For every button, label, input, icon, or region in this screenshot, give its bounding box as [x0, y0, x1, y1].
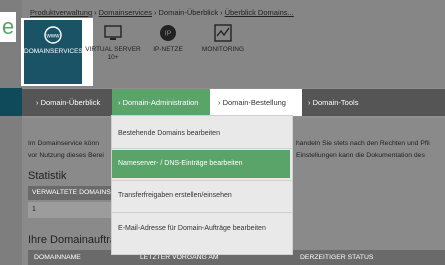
nav-domain-ueberblick[interactable]: › Domain-Überblick [36, 89, 100, 116]
menu-divider [112, 180, 292, 181]
svg-text:www: www [46, 34, 61, 40]
service-tile-label: DOMAINSERVICES [24, 48, 83, 55]
www-icon: www [44, 26, 62, 44]
nav-label: Domain-Tools [312, 98, 359, 107]
statistik-heading: Statistik [28, 170, 67, 182]
service-tile-label: VIRTUAL SERVER 10+ [85, 46, 141, 61]
menu-divider [112, 212, 292, 213]
orders-heading: Ihre Domainaufträ [28, 234, 117, 246]
left-nav-accent [0, 88, 22, 116]
service-tile-virtual-server[interactable]: VIRTUAL SERVER 10+ [84, 18, 142, 80]
breadcrumb-item[interactable]: Domain-Überblick [158, 8, 218, 17]
service-tile-ip-netze[interactable]: IP IP-NETZE [139, 18, 197, 80]
nav-label: Domain-Bestellung [222, 98, 286, 107]
monitoring-icon [214, 24, 232, 42]
breadcrumb-item[interactable]: Produktverwaltung [30, 8, 92, 17]
nav-domain-tools[interactable]: › Domain-Tools [302, 89, 358, 116]
nav-domain-bestellung[interactable]: › Domain-Bestellung [210, 89, 302, 116]
menu-item-nameserver-dns[interactable]: Nameserver- / DNS-Einträge bearbeiten [112, 150, 290, 178]
column-header-status[interactable]: DERZEITIGER STATUS [300, 250, 373, 265]
brand-logo: e [0, 12, 16, 42]
nav-domain-administration[interactable]: › Domain-Administration [112, 89, 210, 116]
intro-text: vor Nutzung dieses Berei [28, 152, 104, 159]
service-tile-label: IP-NETZE [153, 46, 183, 53]
column-header-domainname[interactable]: DOMAINNAME [34, 250, 81, 265]
menu-item-email-adresse[interactable]: E-Mail-Adresse für Domain-Aufträge bearb… [112, 215, 292, 243]
intro-text: Im Domainservice könn [28, 140, 100, 147]
menu-item-transferfreigaben[interactable]: Transferfreigaben erstellen/einsehen [112, 182, 292, 210]
nav-label: Domain-Administration [122, 98, 199, 107]
stat-table-header: VERWALTETE DOMAINS [28, 186, 112, 200]
svg-text:IP: IP [165, 31, 172, 38]
intro-text: Einstellungen kann die Dokumentation des [296, 152, 425, 159]
service-tile-label: MONITORING [201, 46, 245, 53]
monitor-icon [104, 25, 122, 40]
intro-text: handeln Sie stets nach den Rechten und P… [296, 140, 430, 147]
menu-item-domains-bearbeiten[interactable]: Bestehende Domains bearbeiten [112, 120, 292, 148]
service-tile-monitoring[interactable]: MONITORING [194, 18, 252, 80]
service-tile-domainservices[interactable]: www DOMAINSERVICES [24, 20, 83, 84]
breadcrumb-item[interactable]: Überblick Domains... [225, 8, 294, 17]
menu-divider [112, 148, 292, 149]
nav-label: Domain-Überblick [40, 98, 101, 107]
ip-icon: IP [160, 25, 176, 41]
breadcrumb-item[interactable]: Domainservices [99, 8, 152, 17]
stat-table-value: 1 [28, 202, 112, 218]
breadcrumb: Produktverwaltung › Domainservices › Domain-… [30, 8, 294, 17]
